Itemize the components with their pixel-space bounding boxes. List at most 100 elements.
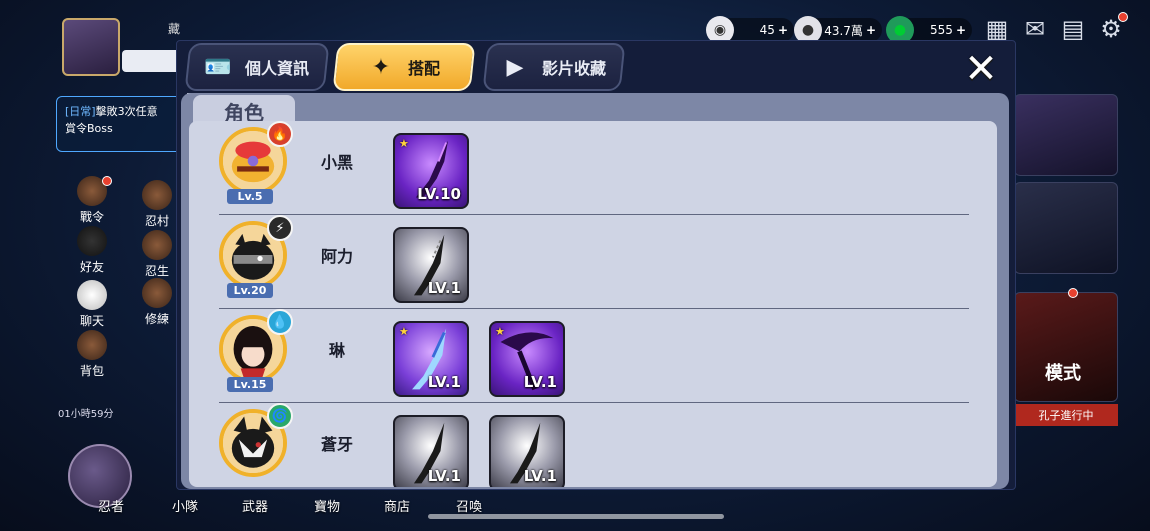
weapon-slot[interactable]: LV.1 [393,227,469,303]
nav-squad[interactable]: 小隊 [172,496,198,515]
character-level: Lv.20 [227,283,273,298]
character-row[interactable]: 🔥 Lv.5 小黑 ★ LV.10 [189,121,997,215]
character-row[interactable]: 🌀 蒼牙 LV.1 LV.1 [189,403,997,487]
character-level: Lv.15 [227,377,273,392]
quest-tag: [日常] [65,105,96,118]
star-icon: ★ [399,325,409,338]
tab-video-collection[interactable]: ▶ 影片收藏 [482,43,626,91]
star-icon: ★ [399,137,409,150]
side-menu-backpack[interactable]: 背包 [66,330,118,379]
player-avatar[interactable] [62,18,120,76]
weapon-level: LV.10 [417,185,461,203]
side-menu-battle-pass[interactable]: 戰令 [66,176,118,225]
notification-dot [102,176,112,186]
settings-notification-dot [1118,12,1128,22]
stamina-counter[interactable]: ◉ 45 + [706,16,794,44]
mode-text: 模式 [1045,363,1081,384]
weapon-slot[interactable]: LV.1 [393,415,469,487]
weapon-slot[interactable]: ★ LV.10 [393,133,469,209]
tab-label: 搭配 [407,59,440,78]
fire-element-icon: 🔥 [267,121,293,147]
profile-card-icon: 🪪 [204,54,232,80]
side-menu-label: 忍生 [144,264,169,278]
add-gem-icon[interactable]: + [956,23,966,37]
home-indicator [428,514,724,519]
coin-counter[interactable]: ● 43.7萬 + [794,16,882,44]
loadout-modal: 🪪 個人資訊 ✦ 搭配 ▶ 影片收藏 ✕ 角色 🔥 Lv.5 小黑 ★ LV.1… [176,40,1016,490]
character-name: 蒼牙 [320,435,353,454]
weapon-slot[interactable]: ★ LV.1 [393,321,469,397]
character-name: 阿力 [320,247,353,266]
mail-icon[interactable]: ✉ [1020,14,1050,44]
side-menu-label: 忍村 [144,214,169,228]
event-panel-2[interactable] [1014,182,1118,274]
side-menu-label: 聊天 [79,314,104,328]
side-menu-label: 修練 [144,312,169,326]
star-icon: ★ [495,325,505,338]
character-row[interactable]: 💧 Lv.15 琳 ★ LV.1 ★ LV.1 [189,309,997,403]
ninja-friend-icon [77,226,107,256]
nav-ninja[interactable]: 忍者 [98,496,124,515]
content-frame: 角色 🔥 Lv.5 小黑 ★ LV.10 ⚡ Lv.20 阿力 LV.1 💧 L… [181,93,1009,489]
tab-loadout[interactable]: ✦ 搭配 [332,43,476,91]
weapon-level: LV.1 [523,467,557,485]
side-menu-village[interactable]: 忍村 [134,180,180,229]
daily-quest-box[interactable]: [日常]擊敗3次任意 賞令Boss [56,96,186,152]
character-avatar[interactable]: ⚡ Lv.20 [215,215,295,299]
character-list[interactable]: 🔥 Lv.5 小黑 ★ LV.10 ⚡ Lv.20 阿力 LV.1 💧 Lv.1… [189,121,997,487]
character-avatar[interactable]: 💧 Lv.15 [215,309,295,393]
shuriken-icon: ✦ [371,54,391,80]
village-icon [142,180,172,210]
tab-label: 個人資訊 [244,59,309,78]
nav-treasure[interactable]: 寶物 [314,496,340,515]
event-panel-3[interactable]: 模式 [1014,292,1118,402]
tab-profile[interactable]: 🪪 個人資訊 [184,43,330,91]
gem-value: 555 [930,23,953,37]
side-menu-label: 戰令 [79,210,104,224]
weapon-level: LV.1 [523,373,557,391]
event-notification-dot [1068,288,1078,298]
event-banner[interactable]: 孔子進行中 [1014,404,1118,426]
weapon-level: LV.1 [427,279,461,297]
character-level: Lv.5 [227,189,273,204]
quest-text-line2: 賞令Boss [65,122,113,135]
character-name: 琳 [328,341,345,360]
add-stamina-icon[interactable]: + [778,23,788,37]
event-panel-1[interactable] [1014,94,1118,176]
training-icon [142,278,172,308]
side-menu-ninja-life[interactable]: 忍生 [134,230,180,279]
side-menu-label: 好友 [79,260,104,274]
coin-value: 43.7萬 [824,23,863,38]
play-icon: ▶ [506,54,524,80]
weapon-level: LV.1 [427,373,461,391]
nav-weapons[interactable]: 武器 [242,496,268,515]
side-menu-chat[interactable]: 聊天 [66,280,118,329]
water-element-icon: 💧 [267,309,293,335]
weapon-slot[interactable]: LV.1 [489,415,565,487]
event-timer: 01小時59分 [58,409,114,420]
tab-label: 影片收藏 [541,59,606,78]
nav-summon[interactable]: 召喚 [456,496,482,515]
character-avatar[interactable]: 🌀 [215,403,295,487]
nav-shop[interactable]: 商店 [384,496,410,515]
character-avatar[interactable]: 🔥 Lv.5 [215,121,295,205]
character-row[interactable]: ⚡ Lv.20 阿力 LV.1 [189,215,997,309]
chat-bubble-icon [77,280,107,310]
wind-element-icon: 🌀 [267,403,293,429]
weapon-level: LV.1 [427,467,461,485]
add-coin-icon[interactable]: + [866,23,876,37]
character-name: 小黑 [320,153,353,172]
side-menu-friends[interactable]: 好友 [66,226,118,275]
side-menu-label: 背包 [79,364,104,378]
backpack-icon [77,330,107,360]
notice-board-icon[interactable]: ▤ [1058,14,1088,44]
lightning-element-icon: ⚡ [267,215,293,241]
side-menu-training[interactable]: 修練 [134,278,180,327]
ninja-life-icon [142,230,172,260]
close-button[interactable]: ✕ [961,49,1001,89]
gem-counter[interactable]: ● 555 + [886,16,972,44]
quest-text: 擊敗3次任意 [95,105,158,118]
stamina-value: 45 [759,23,775,37]
player-name: 藏 [168,22,181,36]
weapon-slot[interactable]: ★ LV.1 [489,321,565,397]
